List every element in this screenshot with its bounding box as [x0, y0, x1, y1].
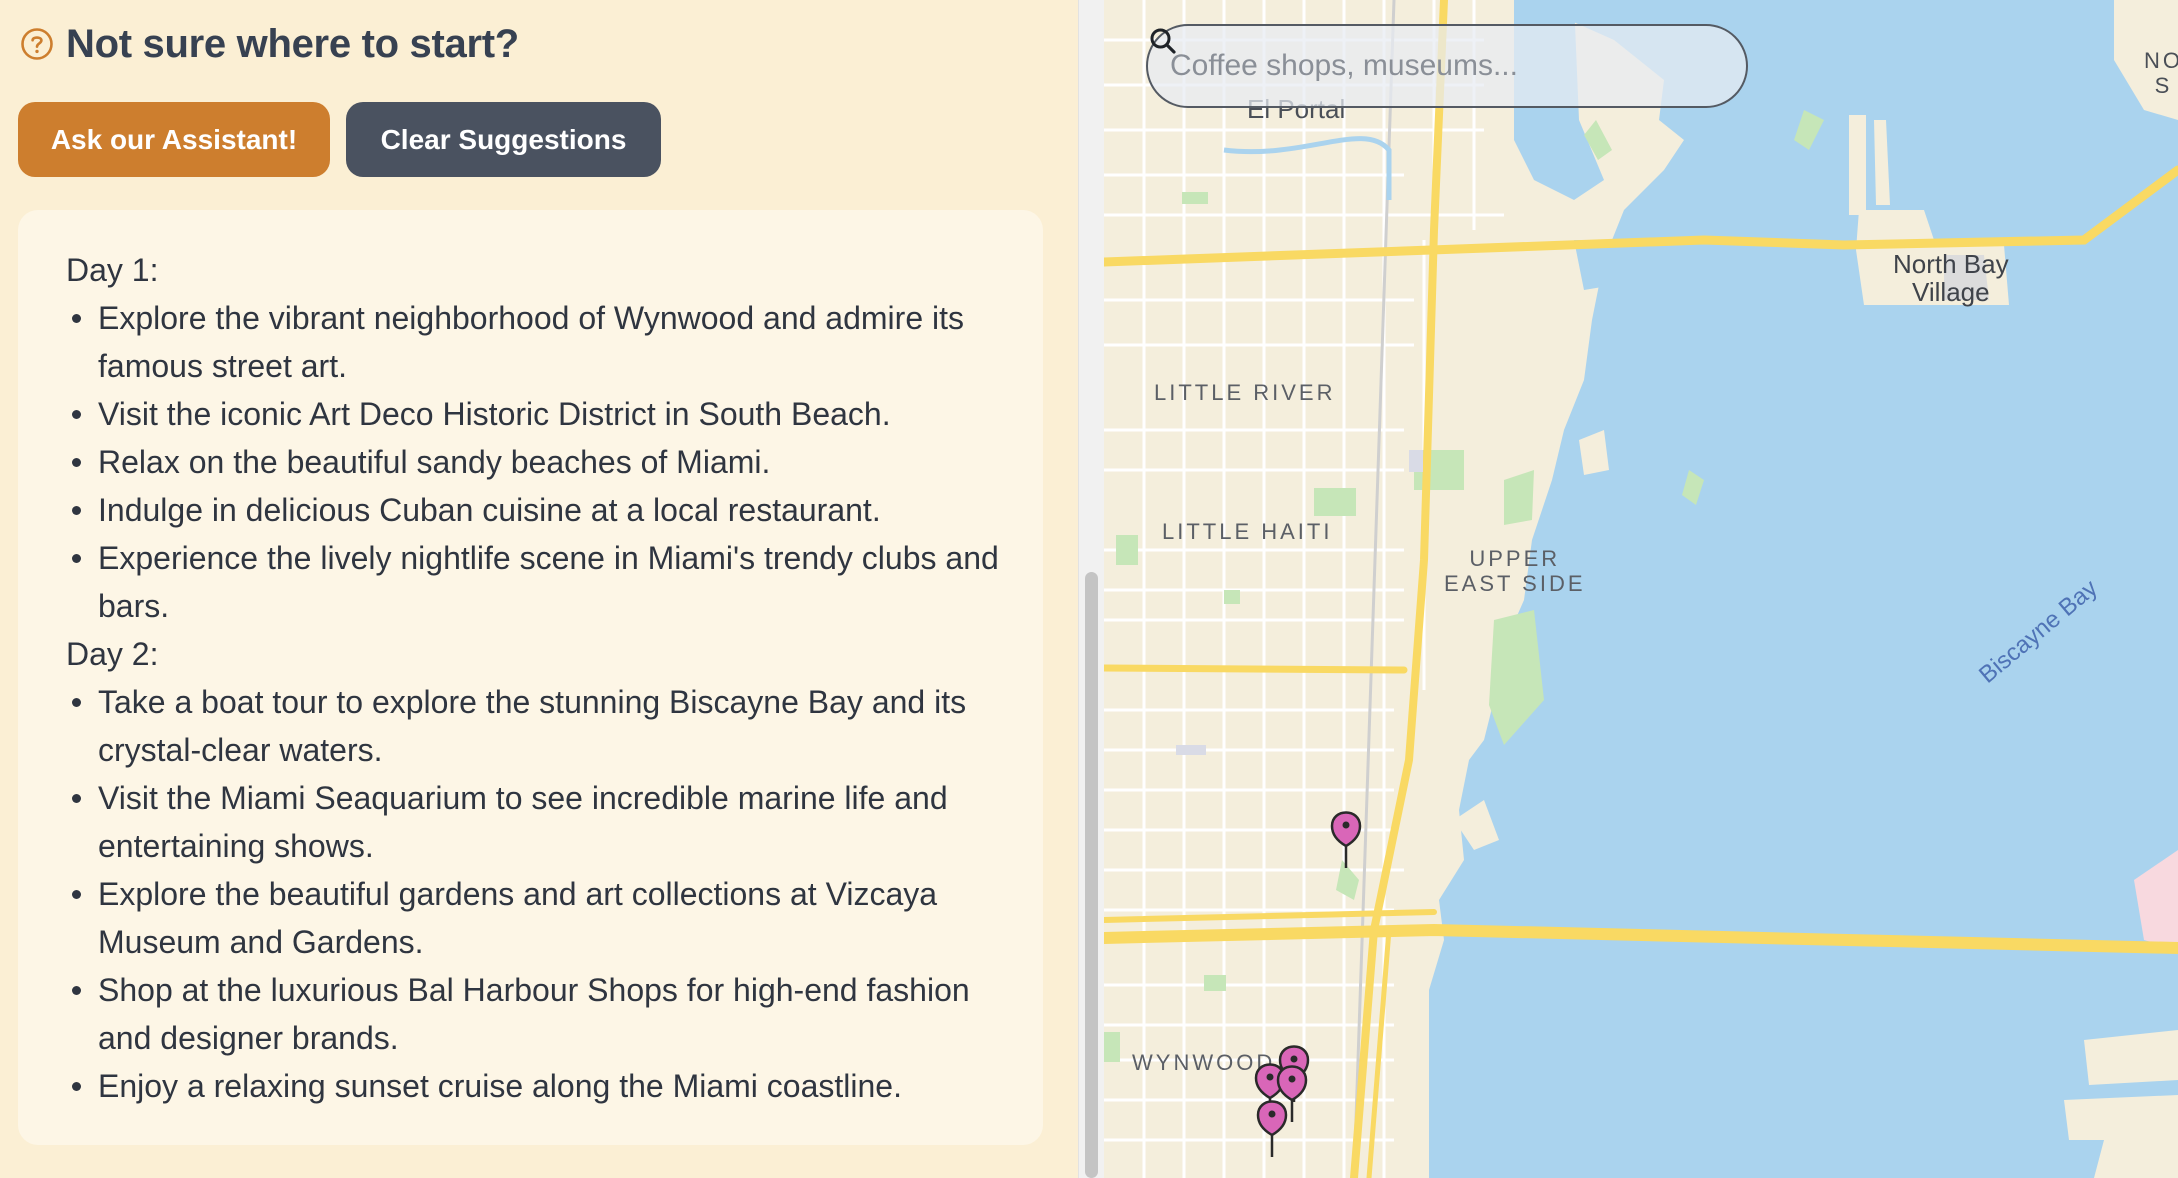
clear-suggestions-button[interactable]: Clear Suggestions — [346, 102, 661, 177]
map-label-little-haiti: LITTLE HAITI — [1162, 519, 1333, 544]
list-item: Indulge in delicious Cuban cuisine at a … — [66, 486, 1009, 534]
list-item: Relax on the beautiful sandy beaches of … — [66, 438, 1009, 486]
map-marker[interactable] — [1326, 806, 1366, 870]
map-label-little-river: LITTLE RIVER — [1154, 380, 1336, 405]
search-box[interactable] — [1146, 24, 1748, 108]
map-label-north-bay-village: North Bay Village — [1893, 249, 2009, 307]
ask-assistant-button[interactable]: Ask our Assistant! — [18, 102, 330, 177]
map-marker[interactable] — [1252, 1095, 1292, 1159]
scrollbar-thumb[interactable] — [1085, 572, 1098, 1178]
day-1-label: Day 1: — [66, 252, 159, 288]
list-item: Visit the iconic Art Deco Historic Distr… — [66, 390, 1009, 438]
panel-scrollbar[interactable] — [1078, 0, 1104, 1178]
day-2-list: Take a boat tour to explore the stunning… — [66, 678, 1009, 1110]
list-item: Explore the beautiful gardens and art co… — [66, 870, 1009, 966]
suggestions-card: Day 1: Explore the vibrant neighborhood … — [18, 210, 1043, 1145]
list-item: Experience the lively nightlife scene in… — [66, 534, 1009, 630]
suggestions-panel: Not sure where to start? Ask our Assista… — [0, 0, 1078, 1178]
map-view[interactable]: El Portal LITTLE RIVER LITTLE HAITI UPPE… — [1104, 0, 2178, 1178]
list-item: Shop at the luxurious Bal Harbour Shops … — [66, 966, 1009, 1062]
map-canvas[interactable] — [1104, 0, 2178, 1178]
list-item: Visit the Miami Seaquarium to see incred… — [66, 774, 1009, 870]
list-item: Explore the vibrant neighborhood of Wynw… — [66, 294, 1009, 390]
panel-title: Not sure where to start? — [66, 21, 519, 66]
map-label-upper-east-side: UPPER EAST SIDE — [1444, 546, 1586, 596]
list-item: Take a boat tour to explore the stunning… — [66, 678, 1009, 774]
search-input[interactable] — [1170, 49, 1690, 83]
map-label-north-edge: NO S — [2144, 48, 2178, 98]
day-1-list: Explore the vibrant neighborhood of Wynw… — [66, 294, 1009, 630]
search-icon — [1150, 28, 1176, 54]
list-item: Enjoy a relaxing sunset cruise along the… — [66, 1062, 1009, 1110]
day-2-label: Day 2: — [66, 636, 159, 672]
panel-heading: Not sure where to start? — [20, 18, 519, 70]
help-icon — [21, 28, 53, 60]
